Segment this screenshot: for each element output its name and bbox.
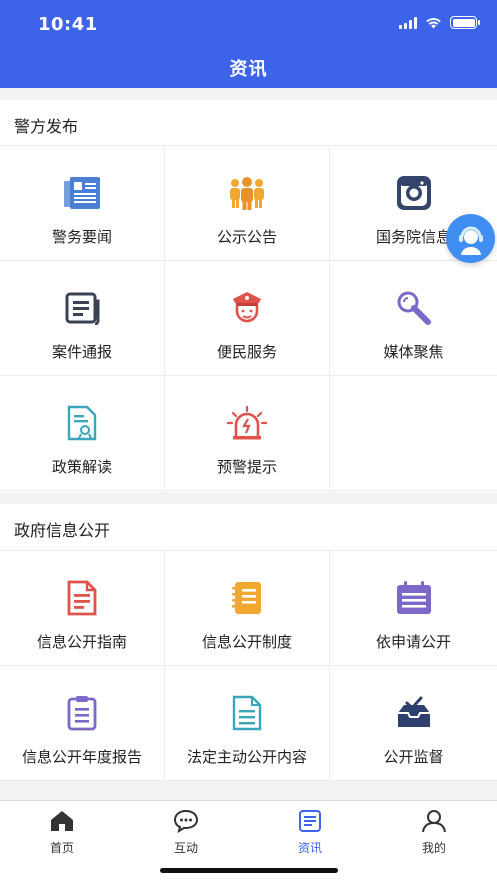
grid-item-label: 公开监督 [383,748,444,766]
section-title-gov: 政府信息公开 [14,521,111,540]
grid-item-public-notice[interactable]: 公示公告 [165,146,330,261]
clipboard-icon [61,692,103,734]
grid-item-early-warning[interactable]: 预警提示 [165,376,330,491]
grid-item-label: 信息公开制度 [201,633,292,651]
news-icon [299,810,321,832]
grid-item-annual-report[interactable]: 信息公开年度报告 [0,666,165,781]
grid-item-case-report[interactable]: 案件通报 [0,261,165,376]
tab-home[interactable]: 首页 [0,807,124,857]
grid-item-label: 预警提示 [216,458,277,476]
app-header: 10:41 资讯 [0,0,497,88]
status-time: 10:41 [38,14,98,35]
group-people-icon [226,172,268,214]
tab-label: 我的 [421,841,446,855]
grid-item-label: 警务要闻 [51,228,112,246]
grid-item-empty [330,376,497,491]
grid-item-policy-interpretation[interactable]: 政策解读 [0,376,165,491]
guide-document-icon [61,577,103,619]
grid-item-label: 法定主动公开内容 [186,748,307,766]
grid-item-statutory-content[interactable]: 法定主动公开内容 [165,666,330,781]
tab-label: 资讯 [297,841,322,855]
user-icon [422,810,446,833]
grid-item-public-supervision[interactable]: 公开监督 [330,666,497,781]
home-indicator[interactable] [160,868,338,873]
gov-info-section: 政府信息公开 信息公开指南 信息公开制度 依申请公开 信息公开年度报告 法定主动… [0,504,497,781]
grid-item-apply-disclosure[interactable]: 依申请公开 [330,551,497,666]
battery-icon [450,16,480,29]
microphone-icon [393,287,435,329]
page-title: 资讯 [229,59,268,80]
police-officer-icon [226,287,268,329]
tab-label: 首页 [49,841,74,855]
chat-icon [173,809,199,833]
grid-item-label: 依申请公开 [375,633,451,651]
grid-item-label: 公示公告 [216,228,277,246]
system-book-icon [226,577,268,619]
section-title-police: 警方发布 [14,117,79,136]
tab-news[interactable]: 资讯 [248,807,372,857]
status-icons [399,16,480,29]
customer-service-icon [458,226,483,255]
tab-profile[interactable]: 我的 [372,807,496,857]
news-document-icon [61,172,103,214]
content-area[interactable]: 警方发布 警务要闻 公示公告 国务院信息 案件通报 便民服务 媒体聚焦 政策解读… [0,88,497,800]
status-bar: 10:41 [0,0,497,48]
cellular-signal-icon [399,16,417,29]
grid-item-label: 政策解读 [51,458,112,476]
inbox-check-icon [393,692,435,734]
content-document-icon [226,692,268,734]
report-icon [61,287,103,329]
tab-label: 互动 [173,841,198,855]
grid-item-convenience-service[interactable]: 便民服务 [165,261,330,376]
alarm-light-icon [226,402,268,444]
grid-item-label: 便民服务 [216,343,277,361]
grid-item-media-focus[interactable]: 媒体聚焦 [330,261,497,376]
camera-icon [393,172,435,214]
home-icon [51,811,73,831]
grid-item-label: 案件通报 [51,343,112,361]
grid-item-disclosure-guide[interactable]: 信息公开指南 [0,551,165,666]
tab-interaction[interactable]: 互动 [124,807,248,857]
calendar-list-icon [393,577,435,619]
grid-item-label: 媒体聚焦 [383,343,444,361]
gov-grid: 信息公开指南 信息公开制度 依申请公开 信息公开年度报告 法定主动公开内容 公开… [0,550,497,781]
wifi-icon [426,17,441,28]
grid-item-label: 信息公开指南 [36,633,127,651]
policy-document-icon [61,402,103,444]
customer-service-float-button[interactable] [446,214,495,263]
police-release-section: 警方发布 警务要闻 公示公告 国务院信息 案件通报 便民服务 媒体聚焦 政策解读… [0,100,497,492]
grid-item-disclosure-system[interactable]: 信息公开制度 [165,551,330,666]
grid-item-police-news[interactable]: 警务要闻 [0,146,165,261]
police-grid: 警务要闻 公示公告 国务院信息 案件通报 便民服务 媒体聚焦 政策解读 预警提示 [0,145,497,492]
grid-item-label: 信息公开年度报告 [21,748,142,766]
